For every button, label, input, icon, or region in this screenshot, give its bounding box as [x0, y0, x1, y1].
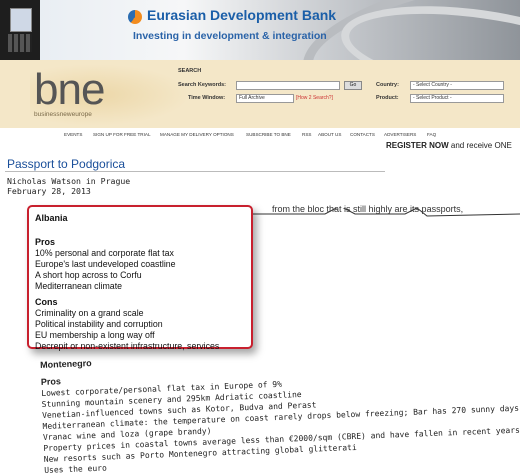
product-select[interactable]: - Select Product -	[410, 94, 504, 103]
nav-item-subscribe[interactable]: SUBSCRIBE TO BNE	[246, 132, 291, 137]
albania-pro-item: Europe's last undeveloped coastline	[35, 259, 176, 269]
nav-item-free-trial[interactable]: SIGN UP FOR FREE TRIAL	[93, 132, 151, 137]
torn-body-text: from the bloc that is still highly are i…	[272, 204, 464, 214]
albania-pro-item: 10% personal and corporate flat tax	[35, 248, 174, 258]
product-label: Product:	[376, 95, 399, 101]
register-banner[interactable]: REGISTER NOW and receive ONE	[386, 141, 512, 150]
country-select[interactable]: - Select Country -	[410, 81, 504, 90]
main-nav: EVENTS SIGN UP FOR FREE TRIAL MANAGE MY …	[0, 130, 520, 140]
phone-icon	[0, 0, 40, 60]
albania-pro-item: Mediterranean climate	[35, 281, 123, 291]
how-to-search-link[interactable]: [How 2 Search?]	[296, 95, 333, 101]
albania-callout: Albania Pros 10% personal and corporate …	[27, 205, 253, 351]
albania-title: Albania	[35, 213, 68, 223]
search-panel: SEARCH Search Keywords: Go Time Window: …	[172, 66, 514, 108]
search-go-button[interactable]: Go	[344, 81, 362, 90]
article-headline: Passport to Podgorica	[7, 157, 126, 171]
search-section-label: SEARCH	[178, 68, 202, 74]
albania-cons-label: Cons	[35, 297, 58, 307]
nav-item-rss[interactable]: RSS	[302, 132, 311, 137]
albania-con-item: Decrepit or non-existent infrastructure,…	[35, 341, 220, 351]
bank-name[interactable]: Eurasian Development Bank	[147, 7, 336, 23]
nav-item-advertisers[interactable]: ADVERTISERS	[384, 132, 416, 137]
albania-pro-item: A short hop across to Corfu	[35, 270, 142, 280]
nav-item-about[interactable]: ABOUT US	[318, 132, 341, 137]
site-logo[interactable]: bne	[34, 68, 105, 112]
phone-screen	[10, 8, 32, 32]
article-date: February 28, 2013	[7, 186, 91, 196]
bank-logo-icon	[128, 10, 142, 24]
bank-tagline: Investing in development & integration	[133, 30, 327, 42]
country-label: Country:	[376, 82, 399, 88]
nav-item-events[interactable]: EVENTS	[64, 132, 82, 137]
page: Eurasian Development Bank Investing in d…	[0, 0, 520, 473]
headline-divider	[5, 171, 385, 172]
nav-item-contacts[interactable]: CONTACTS	[350, 132, 375, 137]
phone-keypad	[8, 34, 32, 52]
albania-pros-label: Pros	[35, 237, 56, 247]
time-window-select[interactable]: Full Archive	[236, 94, 294, 103]
albania-con-item: Criminality on a grand scale	[35, 308, 144, 318]
site-logo-subtitle: businessneweurope	[34, 111, 92, 118]
albania-con-item: EU membership a long way off	[35, 330, 155, 340]
montenegro-section: Montenegro Pros Lowest corporate/persona…	[40, 340, 520, 473]
search-keywords-label: Search Keywords:	[178, 82, 226, 88]
article-author: Nicholas Watson in Prague	[7, 176, 131, 186]
albania-con-item: Political instability and corruption	[35, 319, 163, 329]
register-now-link[interactable]: REGISTER NOW	[386, 141, 449, 150]
nav-item-faq[interactable]: FAQ	[427, 132, 436, 137]
register-rest: and receive ONE	[448, 141, 512, 150]
article-byline: Nicholas Watson in Prague February 28, 2…	[7, 176, 130, 196]
search-keywords-input[interactable]	[236, 81, 340, 90]
nav-item-delivery-options[interactable]: MANAGE MY DELIVERY OPTIONS	[160, 132, 234, 137]
time-window-label: Time Window:	[188, 95, 226, 101]
